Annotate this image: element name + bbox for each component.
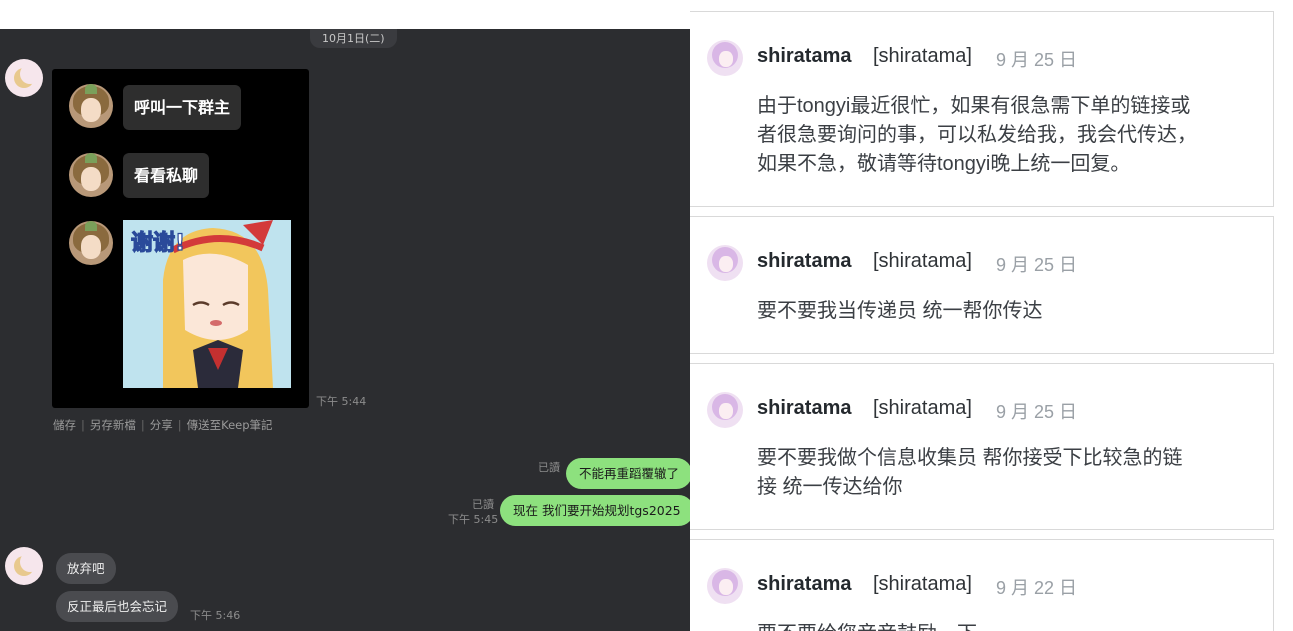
read-receipt: 已讀: [538, 461, 560, 474]
sticker-bubble-2: 看看私聊: [123, 153, 210, 198]
save-link[interactable]: 儲存: [53, 417, 76, 433]
comment-card: shiratama [shiratama] 9 月 25 日 要不要我当传递员 …: [690, 216, 1274, 354]
comment-line: 如果不急，敬请等待tongyi晚上统一回复。: [757, 153, 1131, 175]
user-handle: [shiratama]: [873, 250, 972, 272]
user-avatar[interactable]: [707, 392, 743, 428]
user-avatar[interactable]: [707, 245, 743, 281]
comment-line: 由于tongyi最近很忙，如果有很急需下单的链接或: [757, 95, 1191, 117]
contact-avatar[interactable]: [5, 547, 43, 585]
comment-date: 9 月 25 日: [996, 402, 1078, 422]
sticker-bubble-1: 呼叫一下群主: [123, 85, 242, 130]
comment-text: 由于tongyi最近很忙，如果有很急需下单的链接或 者很急要询问的事，可以私发给…: [757, 92, 1247, 179]
user-handle: [shiratama]: [873, 397, 972, 419]
sticker-art-text: 谢谢!: [131, 230, 185, 256]
user-name[interactable]: shiratama: [757, 397, 852, 420]
share-link[interactable]: 分享: [150, 417, 173, 433]
comment-date: 9 月 22 日: [996, 578, 1078, 598]
incoming-message[interactable]: 放弃吧: [56, 553, 116, 584]
user-avatar[interactable]: [707, 568, 743, 604]
comment-line: 要不要我做个信息收集员 帮你接受下比较急的链: [757, 447, 1183, 469]
message-time: 下午 5:45: [448, 513, 499, 526]
image-actions: 儲存 | 另存新檔 | 分享 | 傳送至Keep筆記: [53, 417, 273, 433]
user-avatar[interactable]: [707, 40, 743, 76]
comment-date: 9 月 25 日: [996, 255, 1078, 275]
comment-line: 者很急要询问的事，可以私发给我，我会代传达，: [757, 124, 1197, 146]
comment-line: 接 统一传达给你: [757, 476, 903, 498]
comment-text: 要不要我做个信息收集员 帮你接受下比较急的链 接 统一传达给你: [757, 444, 1247, 502]
sticker-avatar: [69, 84, 113, 128]
sticker-avatar: [69, 153, 113, 197]
comment-text: 要不要给您音音鼓励一下: [757, 620, 1247, 631]
outgoing-message[interactable]: 现在 我们要开始规划tgs2025: [500, 495, 690, 526]
chat-panel: 10月1日(二) 呼叫一下群主 看看私聊 谢谢! 下午 5:44 儲存 | 另存…: [0, 0, 690, 631]
user-name[interactable]: shiratama: [757, 250, 852, 273]
user-name[interactable]: shiratama: [757, 573, 852, 596]
comment-date: 9 月 25 日: [996, 50, 1078, 70]
sticker-avatar: [69, 221, 113, 265]
sticker-character-art: 谢谢!: [123, 220, 291, 388]
send-to-keep-link[interactable]: 傳送至Keep筆記: [187, 417, 273, 433]
comment-line: 要不要我当传递员 统一帮你传达: [757, 300, 1043, 322]
comment-line: 要不要给您音音鼓励一下: [757, 620, 1247, 631]
comment-card: shiratama [shiratama] 9 月 22 日 要不要给您音音鼓励…: [690, 539, 1274, 631]
user-name[interactable]: shiratama: [757, 45, 852, 68]
contact-avatar[interactable]: [5, 59, 43, 97]
sticker-time: 下午 5:44: [316, 395, 367, 408]
outgoing-message[interactable]: 不能再重蹈覆辙了: [566, 458, 690, 489]
date-divider: 10月1日(二): [310, 29, 397, 48]
save-as-link[interactable]: 另存新檔: [90, 417, 136, 433]
comment-text: 要不要我当传递员 统一帮你传达: [757, 297, 1247, 326]
read-receipt: 已讀: [472, 498, 494, 511]
message-time: 下午 5:46: [190, 609, 241, 622]
comment-card: shiratama [shiratama] 9 月 25 日 要不要我做个信息收…: [690, 363, 1274, 530]
user-handle: [shiratama]: [873, 45, 972, 67]
sticker-image[interactable]: 呼叫一下群主 看看私聊 谢谢!: [52, 69, 309, 408]
comments-panel: shiratama [shiratama] 9 月 25 日 由于tongyi最…: [690, 0, 1293, 631]
incoming-message[interactable]: 反正最后也会忘记: [56, 591, 179, 622]
user-handle: [shiratama]: [873, 573, 972, 595]
comment-card: shiratama [shiratama] 9 月 25 日 由于tongyi最…: [690, 11, 1274, 207]
